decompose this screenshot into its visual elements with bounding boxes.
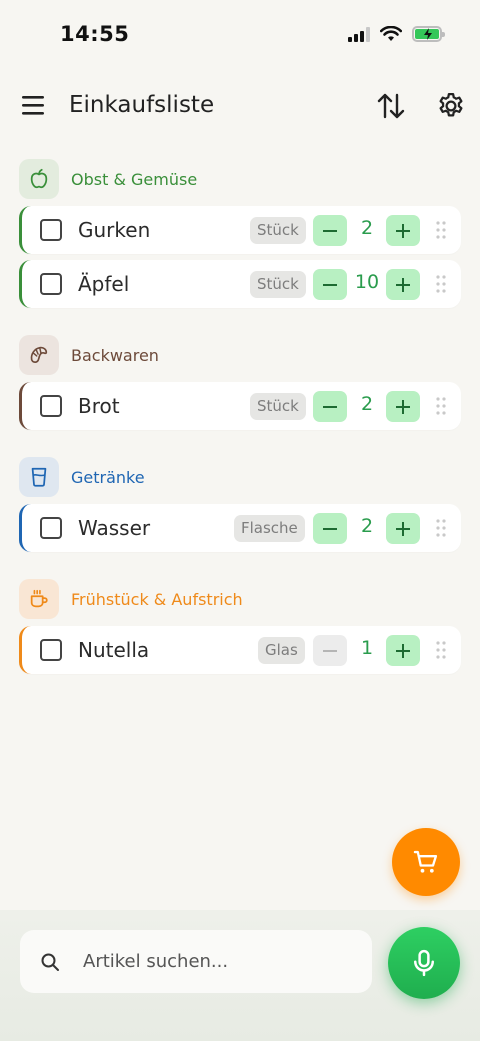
decrease-button[interactable]	[313, 391, 347, 422]
settings-button[interactable]	[436, 91, 466, 121]
item-name: Äpfel	[78, 272, 130, 296]
increase-button[interactable]	[386, 391, 420, 422]
decrease-button[interactable]	[313, 215, 347, 246]
unit-badge[interactable]: Stück	[250, 217, 306, 244]
item-name: Brot	[78, 394, 120, 418]
cart-button[interactable]	[392, 828, 460, 896]
drag-handle-icon[interactable]	[436, 641, 446, 659]
plus-icon	[396, 399, 410, 414]
unit-badge[interactable]: Stück	[250, 393, 306, 420]
increase-button[interactable]	[386, 215, 420, 246]
app-header: Einkaufsliste	[0, 80, 480, 134]
quantity-value: 10	[354, 271, 380, 293]
category-icon-box	[19, 579, 59, 619]
plus-icon	[396, 223, 410, 238]
item-name: Gurken	[78, 218, 151, 242]
list-item[interactable]: Nutella Glas 1	[19, 626, 461, 674]
list-item[interactable]: Brot Stück 2	[19, 382, 461, 430]
list-item[interactable]: Wasser Flasche 2	[19, 504, 461, 552]
item-checkbox[interactable]	[40, 219, 62, 241]
drag-handle-icon[interactable]	[436, 397, 446, 415]
item-checkbox[interactable]	[40, 639, 62, 661]
decrease-button[interactable]	[313, 269, 347, 300]
category-name: Getränke	[71, 467, 145, 487]
search-box[interactable]	[20, 930, 372, 993]
minus-icon	[323, 649, 337, 652]
decrease-button[interactable]	[313, 513, 347, 544]
quantity-value: 2	[360, 217, 374, 239]
coffee-cup-icon	[30, 589, 48, 608]
unit-badge[interactable]: Glas	[258, 637, 305, 664]
status-time: 14:55	[60, 22, 130, 46]
decrease-button[interactable]	[313, 635, 347, 666]
plus-icon	[396, 521, 410, 536]
category-header-fruehstueck-aufstrich[interactable]: Frühstück & Aufstrich	[19, 578, 461, 620]
item-checkbox[interactable]	[40, 395, 62, 417]
plus-icon	[396, 643, 410, 658]
sort-button[interactable]	[376, 91, 408, 123]
category-header-backwaren[interactable]: Backwaren	[19, 334, 461, 376]
list-item[interactable]: Äpfel Stück 10	[19, 260, 461, 308]
quantity-value: 2	[360, 393, 374, 415]
minus-icon	[323, 229, 337, 232]
category-name: Backwaren	[71, 345, 159, 365]
drag-handle-icon[interactable]	[436, 519, 446, 537]
gear-icon	[439, 93, 463, 117]
list-item[interactable]: Gurken Stück 2	[19, 206, 461, 254]
quantity-value: 1	[360, 637, 374, 659]
status-bar: 14:55	[0, 0, 480, 70]
unit-badge[interactable]: Stück	[250, 271, 306, 298]
plus-icon	[396, 277, 410, 292]
sort-arrows-icon	[377, 93, 405, 119]
category-icon-box	[19, 457, 59, 497]
category-name: Frühstück & Aufstrich	[71, 589, 243, 609]
cellular-signal-icon	[348, 26, 370, 42]
minus-icon	[323, 527, 337, 530]
shopping-cart-icon	[413, 850, 438, 873]
drag-handle-icon[interactable]	[436, 221, 446, 239]
microphone-icon	[414, 949, 434, 977]
shopping-list: Obst & Gemüse Gurken Stück 2 Äpfel Stück…	[19, 158, 461, 680]
drag-handle-icon[interactable]	[436, 275, 446, 293]
status-icons	[348, 26, 445, 42]
quantity-value: 2	[360, 515, 374, 537]
croissant-icon	[30, 346, 48, 363]
category-header-getraenke[interactable]: Getränke	[19, 456, 461, 498]
category-header-obst-gemuese[interactable]: Obst & Gemüse	[19, 158, 461, 200]
item-checkbox[interactable]	[40, 273, 62, 295]
category-name: Obst & Gemüse	[71, 169, 198, 189]
menu-button[interactable]	[20, 93, 50, 121]
apple-icon	[30, 168, 48, 189]
category-icon-box	[19, 335, 59, 375]
bottom-bar	[0, 910, 480, 1041]
search-icon	[41, 953, 59, 971]
increase-button[interactable]	[386, 513, 420, 544]
item-name: Nutella	[78, 638, 150, 662]
page-title: Einkaufsliste	[69, 92, 215, 118]
minus-icon	[323, 405, 337, 408]
battery-icon	[412, 26, 445, 42]
item-checkbox[interactable]	[40, 517, 62, 539]
unit-badge[interactable]: Flasche	[234, 515, 305, 542]
wifi-icon	[380, 26, 402, 41]
increase-button[interactable]	[386, 635, 420, 666]
voice-input-button[interactable]	[388, 927, 460, 999]
item-name: Wasser	[78, 516, 151, 540]
hamburger-menu-icon	[22, 96, 44, 115]
category-icon-box	[19, 159, 59, 199]
minus-icon	[323, 283, 337, 286]
glass-icon	[31, 467, 47, 487]
increase-button[interactable]	[386, 269, 420, 300]
search-input[interactable]	[83, 930, 363, 993]
